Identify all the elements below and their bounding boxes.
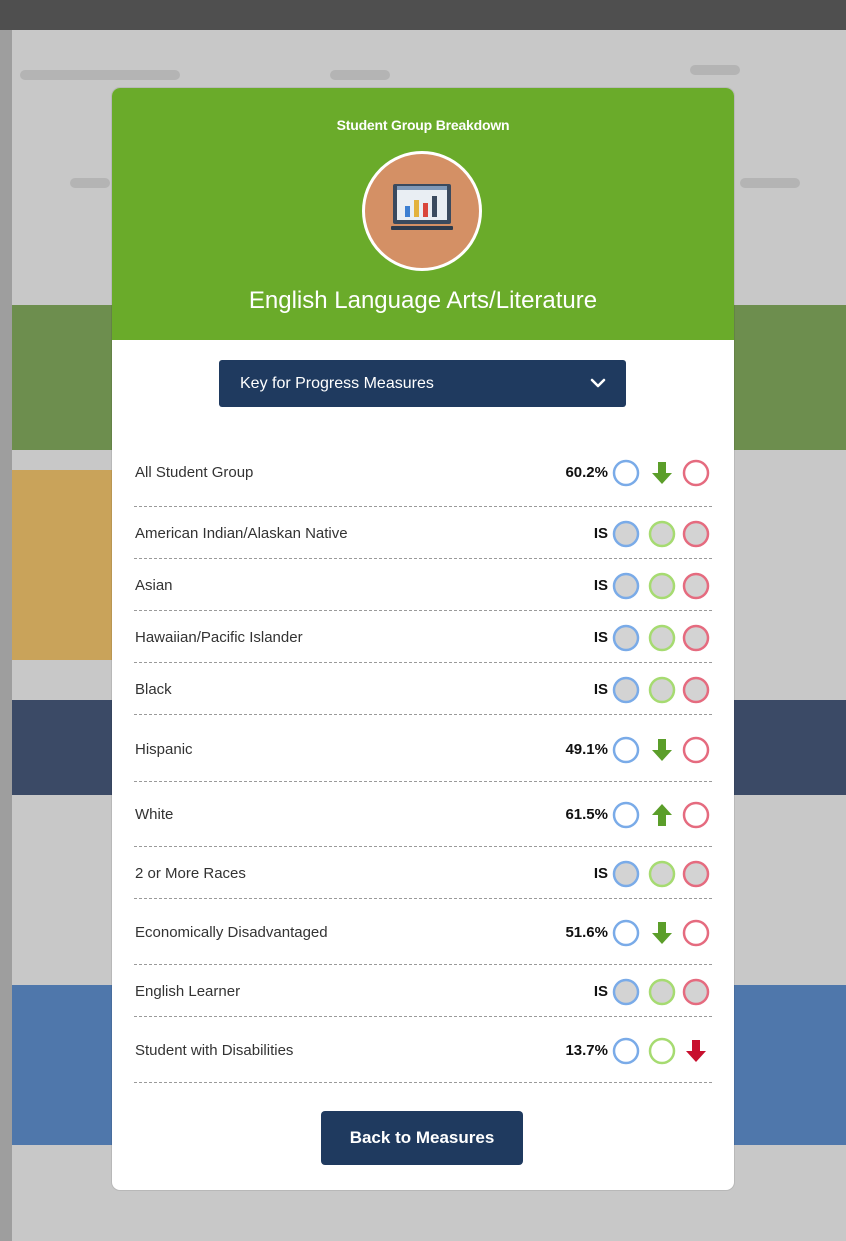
green-filled-circle-icon — [648, 978, 676, 1006]
student-group-row: English Learner IS — [134, 970, 712, 1017]
blue-circle-icon — [612, 459, 640, 487]
modal-header: Student Group Breakdown English Language… — [112, 88, 734, 340]
red-circle-icon — [682, 801, 710, 829]
student-group-row: Hispanic 49.1% — [134, 721, 712, 782]
key-for-progress-measures-dropdown[interactable]: Key for Progress Measures — [219, 360, 626, 407]
student-group-row: White 61.5% — [134, 787, 712, 847]
red-arrow-down-icon — [682, 1037, 710, 1065]
group-label: 2 or More Races — [135, 865, 246, 882]
group-value: IS — [593, 983, 608, 1000]
red-filled-circle-icon — [682, 860, 710, 888]
student-group-row: American Indian/Alaskan Native IS — [134, 512, 712, 559]
blue-filled-circle-icon — [612, 520, 640, 548]
group-label: Asian — [135, 577, 173, 594]
blue-filled-circle-icon — [612, 624, 640, 652]
blue-filled-circle-icon — [612, 572, 640, 600]
background-text — [690, 65, 740, 75]
green-arrow-down-icon — [648, 736, 676, 764]
student-group-row: Hawaiian/Pacific Islander IS — [134, 616, 712, 663]
red-circle-icon — [682, 459, 710, 487]
student-group-row: Student with Disabilities 13.7% — [134, 1022, 712, 1083]
group-value: IS — [593, 525, 608, 542]
blue-circle-icon — [612, 801, 640, 829]
group-value: IS — [593, 681, 608, 698]
group-value: 61.5% — [565, 806, 608, 823]
background-text — [70, 178, 110, 188]
student-group-row: Black IS — [134, 668, 712, 715]
group-label: Hawaiian/Pacific Islander — [135, 629, 303, 646]
group-value: IS — [593, 629, 608, 646]
background-top-bar — [0, 0, 846, 30]
blue-circle-icon — [612, 919, 640, 947]
group-label: Student with Disabilities — [135, 1042, 294, 1059]
green-filled-circle-icon — [648, 572, 676, 600]
group-value: 49.1% — [565, 741, 608, 758]
group-label: All Student Group — [135, 464, 254, 481]
red-filled-circle-icon — [682, 520, 710, 548]
group-label: Black — [135, 681, 172, 698]
back-to-measures-button[interactable]: Back to Measures — [321, 1111, 523, 1165]
student-group-breakdown-modal: Student Group Breakdown English Language… — [112, 88, 734, 1190]
group-label: Hispanic — [135, 741, 193, 758]
student-group-row: Asian IS — [134, 564, 712, 611]
blue-filled-circle-icon — [612, 676, 640, 704]
group-label: American Indian/Alaskan Native — [135, 525, 348, 542]
blue-circle-icon — [612, 736, 640, 764]
group-label: White — [135, 806, 174, 823]
background-orange-block — [12, 470, 112, 660]
background-text — [740, 178, 800, 188]
student-group-row: All Student Group 60.2% — [134, 443, 712, 507]
red-filled-circle-icon — [682, 624, 710, 652]
background-text — [330, 70, 390, 80]
green-arrow-down-icon — [648, 919, 676, 947]
group-value: 51.6% — [565, 924, 608, 941]
chevron-down-icon — [590, 375, 606, 396]
background-text — [20, 70, 180, 80]
chart-monitor-icon — [362, 151, 482, 271]
red-circle-icon — [682, 736, 710, 764]
group-label: Economically Disadvantaged — [135, 924, 328, 941]
group-value: 13.7% — [565, 1042, 608, 1059]
group-label: English Learner — [135, 983, 241, 1000]
green-arrow-down-icon — [648, 459, 676, 487]
green-filled-circle-icon — [648, 860, 676, 888]
key-dropdown-label: Key for Progress Measures — [240, 374, 434, 392]
background-left-edge — [0, 30, 12, 1241]
group-value: 60.2% — [565, 464, 608, 481]
red-filled-circle-icon — [682, 978, 710, 1006]
red-circle-icon — [682, 919, 710, 947]
blue-filled-circle-icon — [612, 860, 640, 888]
green-filled-circle-icon — [648, 624, 676, 652]
group-value: IS — [593, 865, 608, 882]
group-value: IS — [593, 577, 608, 594]
red-filled-circle-icon — [682, 572, 710, 600]
green-filled-circle-icon — [648, 676, 676, 704]
green-arrow-up-icon — [648, 801, 676, 829]
green-circle-icon — [648, 1037, 676, 1065]
modal-title: Student Group Breakdown — [336, 117, 510, 133]
blue-filled-circle-icon — [612, 978, 640, 1006]
student-group-row: Economically Disadvantaged 51.6% — [134, 904, 712, 965]
red-filled-circle-icon — [682, 676, 710, 704]
blue-circle-icon — [612, 1037, 640, 1065]
student-group-row: 2 or More Races IS — [134, 852, 712, 899]
green-filled-circle-icon — [648, 520, 676, 548]
subject-title: English Language Arts/Literature — [248, 287, 598, 314]
